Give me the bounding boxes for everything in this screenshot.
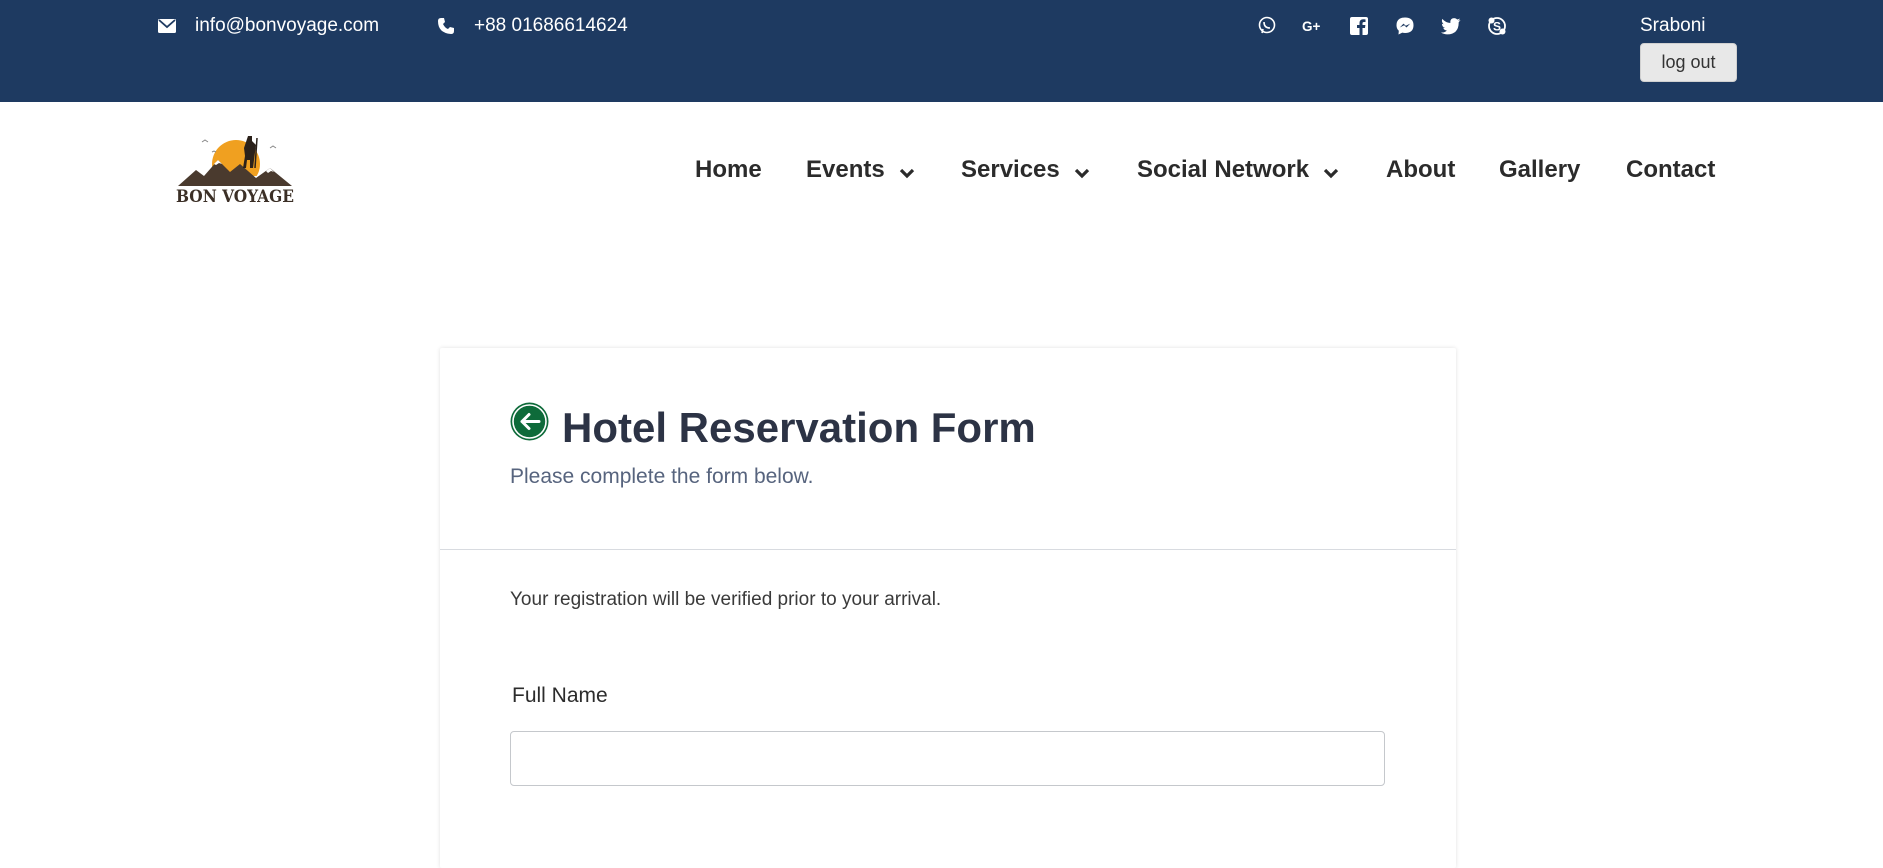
nav-home-label: Home bbox=[695, 156, 762, 183]
social-links: G+ S bbox=[1256, 15, 1532, 37]
logout-button[interactable]: log out bbox=[1640, 43, 1737, 82]
back-button[interactable] bbox=[510, 402, 549, 441]
divider bbox=[440, 549, 1456, 550]
nav-home[interactable]: Home bbox=[695, 156, 762, 184]
nav-social-network-label: Social Network bbox=[1137, 156, 1310, 183]
email-text[interactable]: info@bonvoyage.com bbox=[195, 15, 379, 37]
nav-gallery[interactable]: Gallery bbox=[1499, 156, 1580, 184]
reservation-form-card: Hotel Reservation Form Please complete t… bbox=[440, 348, 1456, 868]
nav-contact[interactable]: Contact bbox=[1626, 156, 1715, 184]
nav-social-network[interactable]: Social Network bbox=[1137, 156, 1339, 184]
viber-icon[interactable] bbox=[1256, 15, 1278, 37]
nav-services-label: Services bbox=[961, 156, 1060, 183]
nav-events-label: Events bbox=[806, 156, 885, 183]
nav-gallery-label: Gallery bbox=[1499, 156, 1581, 183]
messenger-icon[interactable] bbox=[1394, 15, 1416, 37]
phone-text[interactable]: +88 01686614624 bbox=[474, 15, 628, 37]
top-bar: info@bonvoyage.com +88 01686614624 G+ S … bbox=[0, 0, 1883, 102]
arrow-left-icon bbox=[510, 402, 549, 441]
facebook-icon[interactable] bbox=[1348, 15, 1370, 37]
logo-text: BON VOYAGE bbox=[176, 187, 294, 207]
envelope-icon bbox=[157, 16, 177, 36]
chevron-down-icon bbox=[1323, 168, 1339, 179]
user-name: Sraboni bbox=[1640, 15, 1706, 36]
full-name-input[interactable] bbox=[510, 731, 1385, 786]
nav-services[interactable]: Services bbox=[961, 156, 1090, 184]
nav-contact-label: Contact bbox=[1626, 156, 1716, 183]
svg-text:S: S bbox=[1493, 19, 1501, 33]
chevron-down-icon bbox=[899, 168, 914, 179]
phone-icon bbox=[436, 16, 456, 36]
form-title: Hotel Reservation Form bbox=[562, 404, 1036, 451]
form-subtitle: Please complete the form below. bbox=[510, 465, 814, 488]
skype-icon[interactable]: S bbox=[1486, 15, 1508, 37]
twitter-icon[interactable] bbox=[1440, 15, 1462, 37]
site-logo[interactable]: BON VOYAGE bbox=[174, 130, 296, 210]
verification-note: Your registration will be verified prior… bbox=[510, 589, 942, 610]
nav-events[interactable]: Events bbox=[806, 156, 915, 184]
nav-about[interactable]: About bbox=[1386, 156, 1455, 184]
contact-email[interactable]: info@bonvoyage.com bbox=[157, 15, 379, 37]
contact-phone[interactable]: +88 01686614624 bbox=[436, 15, 628, 37]
svg-text:G+: G+ bbox=[1302, 19, 1321, 34]
nav-about-label: About bbox=[1386, 156, 1456, 183]
chevron-down-icon bbox=[1074, 168, 1089, 179]
google-plus-icon[interactable]: G+ bbox=[1302, 15, 1324, 37]
full-name-label: Full Name bbox=[512, 684, 608, 707]
